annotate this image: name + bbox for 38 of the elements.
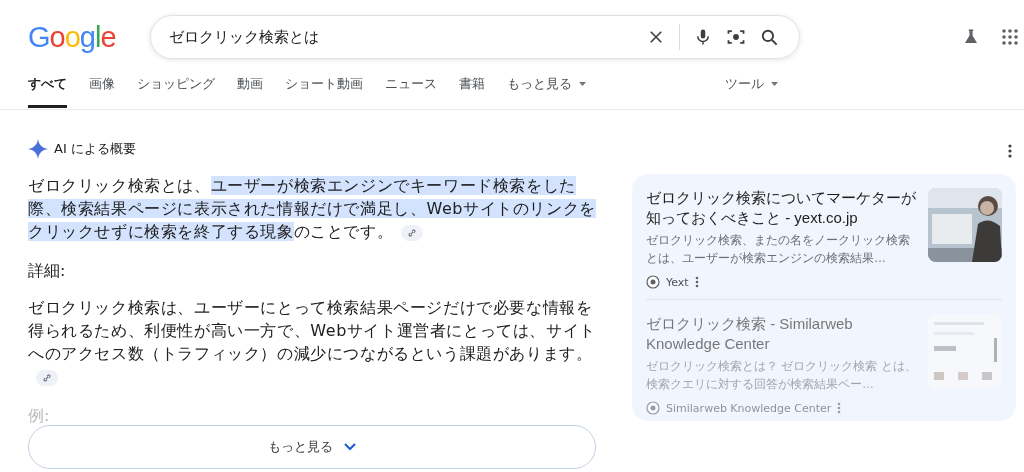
source-snippet: ゼロクリック検索とは？ ゼロクリック検索 とは、検索クエリに対する回答が検索結果ペー… [646, 358, 918, 393]
source-snippet: ゼロクリック検索、またの名をノークリック検索とは、ユーザーが検索エンジンの検索結果… [646, 232, 911, 267]
more-menu[interactable]: もっと見る [507, 61, 586, 108]
search-tab[interactable]: 画像 [89, 61, 115, 108]
search-query: ゼロクリック検索とは [169, 27, 320, 47]
site-favicon-icon [646, 275, 660, 289]
ai-overview-title: AI による概要 [54, 140, 136, 158]
site-favicon-icon [646, 401, 660, 415]
show-more-button[interactable]: もっと見る [28, 425, 596, 469]
search-tab[interactable]: 動画 [237, 61, 263, 108]
link-icon[interactable] [401, 224, 424, 241]
dropdown-caret-icon [771, 82, 778, 86]
google-logo[interactable]: Google [28, 20, 150, 54]
microphone-icon[interactable] [694, 27, 712, 47]
chevron-down-icon [342, 442, 357, 452]
apps-grid-icon[interactable] [1002, 29, 1018, 45]
sparkle-icon [28, 139, 48, 159]
more-options-icon[interactable] [1008, 144, 1012, 158]
source-title-link[interactable]: ゼロクリック検索 - Similarweb Knowledge Center [646, 314, 918, 354]
site-name: Similarweb Knowledge Center [666, 401, 832, 415]
search-icon[interactable] [760, 27, 779, 47]
more-options-icon[interactable] [694, 276, 699, 288]
dropdown-caret-icon [579, 82, 586, 86]
camera-icon[interactable] [726, 27, 746, 47]
details-paragraph: ゼロクリック検索は、ユーザーにとって検索結果ページだけで必要な情報を得られるため、利便性が高い一方で、Webサイト運営者にとっては、サイトへのアクセス数（トラフィック）の減少につながるという課題があります。 [28, 296, 596, 388]
search-tab[interactable]: ニュース [385, 61, 437, 108]
search-tab[interactable]: ショッピング [137, 61, 215, 108]
link-icon[interactable] [36, 369, 58, 386]
summary-paragraph: ゼロクリック検索とは、ユーザーが検索エンジンでキーワード検索をした際、検索結果ページに表示された情報だけで満足し、Webサイトのリンクをクリックせずに検索を終了する現象のことです。 [28, 175, 596, 243]
site-name: Yext [666, 275, 689, 289]
search-tab[interactable]: ショート動画 [285, 61, 363, 108]
details-heading: 詳細: [28, 261, 67, 282]
tools-menu[interactable]: ツール [725, 61, 778, 108]
close-icon[interactable] [647, 28, 665, 46]
source-title-link[interactable]: ゼロクリック検索についてマーケターが知っておくべきこと - yext.co.jp [646, 188, 918, 228]
search-tab[interactable]: 書籍 [459, 61, 485, 108]
search-tab[interactable]: すべて [28, 61, 67, 108]
example-heading: 例: [28, 406, 51, 427]
